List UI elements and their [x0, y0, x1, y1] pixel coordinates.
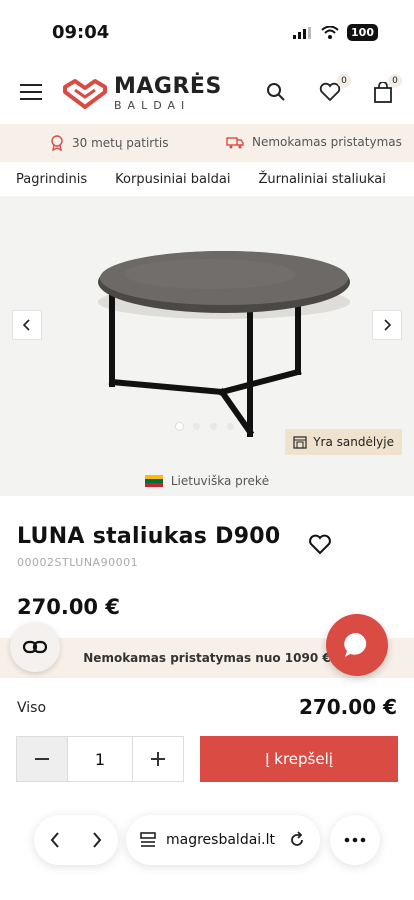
site-logo[interactable]: MAGRĖS BALDAI — [62, 76, 222, 111]
add-to-cart-button[interactable]: Į krepšelį — [200, 736, 398, 782]
more-options-button[interactable] — [330, 815, 380, 865]
quantity-value[interactable]: 1 — [67, 737, 133, 781]
url-text[interactable]: magresbaldai.lt — [166, 832, 278, 848]
stock-text: Yra sandėlyje — [313, 435, 394, 449]
wishlist-count-badge: 0 — [337, 74, 351, 88]
wifi-icon — [321, 26, 339, 39]
delivery-text: Nemokamas pristatymas — [252, 135, 402, 149]
battery-indicator: 100 — [347, 24, 378, 41]
accessibility-button[interactable] — [10, 622, 60, 672]
chat-bubble-icon — [344, 632, 367, 657]
search-icon[interactable] — [266, 82, 286, 106]
gallery-prev-button[interactable] — [12, 310, 42, 340]
chat-button[interactable] — [326, 614, 388, 676]
experience-text: 30 metų patirtis — [72, 136, 169, 150]
ellipsis-icon — [344, 837, 366, 843]
quantity-stepper: 1 — [16, 736, 184, 782]
browser-nav-group — [34, 815, 118, 865]
warehouse-icon — [293, 435, 307, 449]
increase-quantity-button[interactable] — [133, 737, 183, 781]
logo-heart-icon — [63, 78, 107, 109]
cart-button[interactable]: 0 — [374, 74, 402, 107]
status-time: 09:04 — [52, 22, 110, 43]
delivery-info: Nemokamas pristatymas — [226, 135, 402, 149]
tabs-icon[interactable] — [140, 832, 156, 848]
gallery-dot[interactable] — [210, 423, 217, 430]
medal-icon — [51, 135, 63, 151]
decrease-quantity-button[interactable] — [17, 737, 67, 781]
experience-info: 30 metų patirtis — [50, 135, 169, 151]
signal-icon — [293, 26, 312, 39]
status-icons: 100 — [293, 24, 378, 41]
address-bar[interactable]: magresbaldai.lt — [126, 815, 320, 865]
gallery-dot[interactable] — [227, 423, 234, 430]
gallery-dot[interactable] — [176, 423, 183, 430]
info-strip: 30 metų patirtis Nemokamas pristatymas — [0, 124, 414, 162]
logo-sub-text: BALDAI — [114, 99, 191, 112]
forward-icon[interactable] — [91, 831, 103, 849]
total-value: 270.00 € — [298, 695, 397, 719]
promo-text: Nemokamas pristatymas nuo 1090 € — [83, 651, 331, 665]
cart-count-badge: 0 — [388, 74, 402, 88]
origin-text: Lietuviška prekė — [170, 474, 270, 488]
minus-icon — [35, 758, 49, 760]
back-icon[interactable] — [49, 831, 61, 849]
product-price: 270.00 € — [17, 595, 120, 619]
link-icon — [22, 640, 48, 654]
product-sku: 00002STLUNA90001 — [17, 556, 139, 569]
browser-toolbar: magresbaldai.lt — [0, 815, 414, 867]
plus-icon — [151, 752, 165, 766]
reload-icon[interactable] — [288, 831, 306, 849]
logo-main-text: MAGRĖS — [114, 74, 222, 99]
breadcrumb-item[interactable]: Pagrindinis — [16, 172, 87, 187]
heart-icon — [309, 534, 331, 555]
gallery-dots — [176, 423, 234, 430]
truck-icon — [226, 136, 244, 148]
product-wishlist-button[interactable] — [308, 533, 332, 559]
origin-info: Lietuviška prekė — [0, 466, 414, 496]
gallery-next-button[interactable] — [372, 310, 402, 340]
hamburger-menu-icon[interactable] — [20, 84, 42, 102]
stock-badge: Yra sandėlyje — [285, 429, 402, 455]
breadcrumb-item[interactable]: Korpusiniai baldai — [115, 172, 230, 187]
total-label: Viso — [17, 700, 47, 716]
chevron-left-icon — [22, 319, 30, 331]
site-header: MAGRĖS BALDAI 0 0 — [0, 62, 414, 124]
breadcrumb-item[interactable]: Žurnaliniai staliukai — [258, 172, 385, 187]
status-bar: 09:04 100 — [0, 0, 414, 62]
gallery-dot[interactable] — [193, 423, 200, 430]
breadcrumb: Pagrindinis Korpusiniai baldai Žurnalini… — [0, 162, 414, 196]
wishlist-button[interactable]: 0 — [319, 74, 351, 106]
lithuania-flag-icon — [144, 475, 163, 487]
chevron-right-icon — [384, 319, 392, 331]
product-title: LUNA staliukas D900 — [17, 524, 281, 549]
product-gallery[interactable]: Yra sandėlyje — [0, 196, 414, 466]
